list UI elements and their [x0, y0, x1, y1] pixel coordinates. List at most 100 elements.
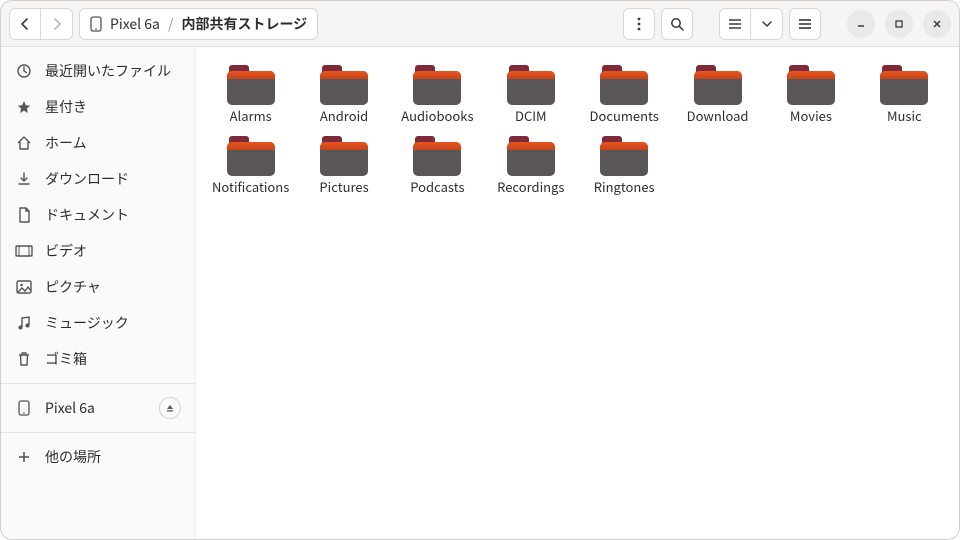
breadcrumb-current[interactable]: 内部共有ストレージ — [181, 14, 307, 34]
folder-label: Ringtones — [594, 180, 655, 195]
breadcrumb-separator: / — [168, 14, 174, 34]
sidebar-item-label: 星付き — [45, 97, 87, 117]
folder-icon — [320, 136, 368, 176]
home-icon — [15, 135, 33, 151]
folder-item[interactable]: Podcasts — [391, 132, 484, 199]
titlebar: Pixel 6a / 内部共有ストレージ — [1, 1, 959, 47]
breadcrumb-device[interactable]: Pixel 6a — [110, 14, 160, 34]
sidebar-item[interactable]: ホーム — [1, 125, 195, 161]
folder-label: Download — [687, 109, 749, 124]
folder-label: Notifications — [212, 180, 289, 195]
window-body: 最近開いたファイル星付きホームダウンロードドキュメントビデオピクチャミュージック… — [1, 47, 959, 539]
folder-icon — [413, 65, 461, 105]
kebab-menu-button[interactable] — [623, 8, 655, 40]
picture-icon — [15, 280, 33, 294]
list-icon — [728, 18, 742, 30]
eject-button[interactable] — [159, 397, 181, 419]
folder-icon — [227, 136, 275, 176]
breadcrumb[interactable]: Pixel 6a / 内部共有ストレージ — [79, 8, 318, 40]
minimize-button[interactable] — [847, 10, 875, 38]
sidebar-item-label: ゴミ箱 — [45, 349, 87, 369]
list-view-button[interactable] — [719, 8, 751, 40]
maximize-button[interactable] — [885, 10, 913, 38]
sidebar-item[interactable]: ドキュメント — [1, 197, 195, 233]
sidebar-item-label: ホーム — [45, 133, 87, 153]
sidebar-item[interactable]: ゴミ箱 — [1, 341, 195, 377]
search-icon — [670, 17, 684, 31]
folder-item[interactable]: Download — [671, 61, 764, 128]
download-icon — [15, 171, 33, 187]
folder-label: Android — [320, 109, 368, 124]
file-manager-window: Pixel 6a / 内部共有ストレージ — [0, 0, 960, 540]
close-button[interactable] — [923, 10, 951, 38]
phone-icon — [90, 16, 102, 32]
folder-label: Pictures — [319, 180, 368, 195]
folder-item[interactable]: Recordings — [484, 132, 577, 199]
folder-label: DCIM — [515, 109, 547, 124]
sidebar-item[interactable]: ピクチャ — [1, 269, 195, 305]
folder-label: Recordings — [497, 180, 564, 195]
folder-icon — [600, 65, 648, 105]
folder-item[interactable]: Android — [297, 61, 390, 128]
hamburger-menu-button[interactable] — [789, 8, 821, 40]
folder-label: Alarms — [230, 109, 272, 124]
sidebar-item-label: ピクチャ — [45, 277, 101, 297]
folder-icon — [694, 65, 742, 105]
folder-icon — [880, 65, 928, 105]
folder-item[interactable]: Pictures — [297, 132, 390, 199]
folder-label: Movies — [790, 109, 832, 124]
folder-item[interactable]: Movies — [764, 61, 857, 128]
sidebar-item[interactable]: ダウンロード — [1, 161, 195, 197]
sidebar-item[interactable]: 星付き — [1, 89, 195, 125]
search-button[interactable] — [661, 8, 693, 40]
sidebar-device-pixel6a[interactable]: Pixel 6a — [1, 390, 195, 426]
folder-icon — [320, 65, 368, 105]
sidebar-item-label: ビデオ — [45, 241, 87, 261]
folder-item[interactable]: Music — [858, 61, 951, 128]
chevron-left-icon — [19, 18, 31, 30]
folder-icon — [507, 65, 555, 105]
sidebar-item-label: Pixel 6a — [45, 398, 95, 418]
folder-icon — [600, 136, 648, 176]
star-icon — [15, 99, 33, 115]
close-icon — [932, 19, 942, 29]
nav-buttons — [9, 8, 73, 40]
document-icon — [15, 207, 33, 223]
clock-icon — [15, 63, 33, 79]
folder-item[interactable]: Notifications — [204, 132, 297, 199]
folder-item[interactable]: Documents — [578, 61, 671, 128]
content-area[interactable]: Alarms Android Audiobooks DCIM Documents Down… — [196, 47, 959, 539]
folder-item[interactable]: Alarms — [204, 61, 297, 128]
maximize-icon — [894, 19, 904, 29]
kebab-icon — [637, 17, 641, 31]
folder-label: Documents — [590, 109, 659, 124]
sidebar: 最近開いたファイル星付きホームダウンロードドキュメントビデオピクチャミュージック… — [1, 47, 196, 539]
sidebar-other-locations[interactable]: 他の場所 — [1, 439, 195, 475]
sidebar-separator — [1, 383, 195, 384]
minimize-icon — [856, 19, 866, 29]
view-dropdown-button[interactable] — [751, 8, 783, 40]
back-button[interactable] — [9, 8, 41, 40]
view-mode-group — [719, 8, 783, 40]
sidebar-item[interactable]: ミュージック — [1, 305, 195, 341]
eject-icon — [165, 403, 175, 413]
folder-item[interactable]: Ringtones — [578, 132, 671, 199]
sidebar-item[interactable]: ビデオ — [1, 233, 195, 269]
folder-label: Music — [887, 109, 922, 124]
folder-icon — [227, 65, 275, 105]
phone-icon — [15, 400, 33, 416]
sidebar-item[interactable]: 最近開いたファイル — [1, 53, 195, 89]
folder-icon — [413, 136, 461, 176]
sidebar-item-label: 最近開いたファイル — [45, 61, 171, 81]
folder-item[interactable]: DCIM — [484, 61, 577, 128]
folder-grid: Alarms Android Audiobooks DCIM Documents Down… — [204, 61, 951, 199]
sidebar-item-label: 他の場所 — [45, 447, 101, 467]
sidebar-item-label: ミュージック — [45, 313, 129, 333]
sidebar-separator — [1, 432, 195, 433]
chevron-right-icon — [51, 18, 63, 30]
folder-label: Podcasts — [410, 180, 464, 195]
forward-button[interactable] — [41, 8, 73, 40]
folder-item[interactable]: Audiobooks — [391, 61, 484, 128]
chevron-down-icon — [762, 21, 772, 27]
plus-icon — [15, 450, 33, 464]
